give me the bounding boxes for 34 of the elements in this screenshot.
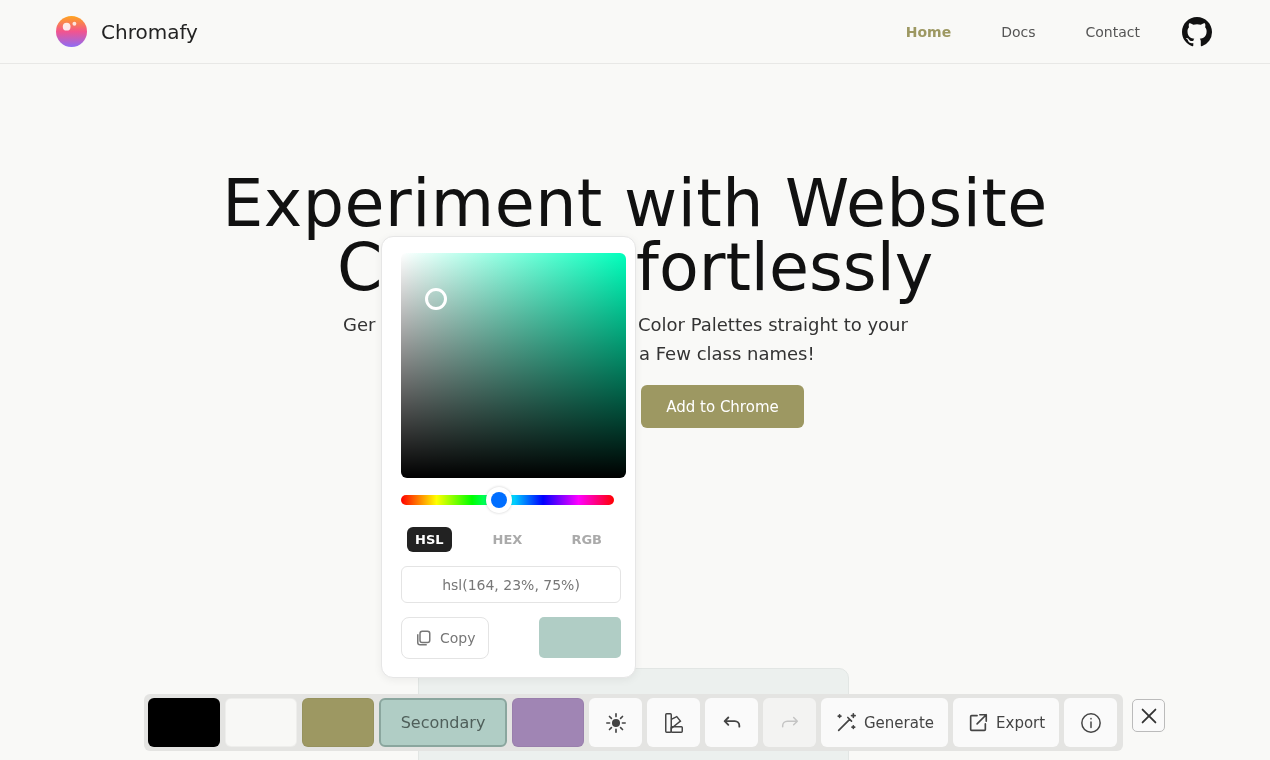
color-swatch[interactable]: Secondary	[379, 698, 507, 747]
info-icon	[1079, 711, 1102, 734]
saturation-area[interactable]	[401, 253, 626, 478]
color-swatch[interactable]	[148, 698, 220, 747]
shapes-icon	[662, 711, 685, 734]
color-swatch[interactable]	[302, 698, 374, 747]
github-icon[interactable]	[1182, 16, 1212, 47]
generate-button[interactable]: Generate	[821, 698, 949, 747]
copy-button[interactable]: Copy	[401, 617, 489, 659]
brand-name: Chromafy	[101, 19, 198, 44]
hero-heading: C	[337, 236, 383, 300]
magic-wand-icon	[835, 711, 857, 734]
hero-subtitle: Ger	[342, 313, 376, 337]
info-button[interactable]	[1064, 698, 1118, 747]
sun-icon	[604, 711, 627, 734]
nav-link[interactable]: Docs	[1001, 23, 1036, 40]
hue-handle[interactable]	[486, 487, 513, 513]
format-tab[interactable]: HSL	[407, 527, 452, 552]
close-button[interactable]	[1132, 699, 1165, 732]
export-icon	[967, 711, 990, 734]
hue-slider[interactable]	[401, 487, 614, 513]
shapes-button[interactable]	[647, 698, 700, 747]
nav-link[interactable]: Home	[905, 23, 952, 40]
hero-subtitle: Color Palettes straight to your	[638, 313, 908, 337]
hero-subtitle: a Few class names!	[639, 342, 815, 366]
saturation-handle[interactable]	[425, 288, 447, 310]
color-swatch[interactable]	[512, 698, 584, 747]
copy-icon	[414, 629, 432, 647]
brightness-button[interactable]	[589, 698, 642, 747]
add-to-chrome-button[interactable]: Add to Chrome	[641, 385, 804, 428]
nav-link[interactable]: Contact	[1085, 23, 1140, 40]
logo-icon	[56, 16, 87, 47]
color-value-field[interactable]: hsl(164, 23%, 75%)	[401, 566, 621, 603]
export-button[interactable]: Export	[953, 698, 1060, 747]
